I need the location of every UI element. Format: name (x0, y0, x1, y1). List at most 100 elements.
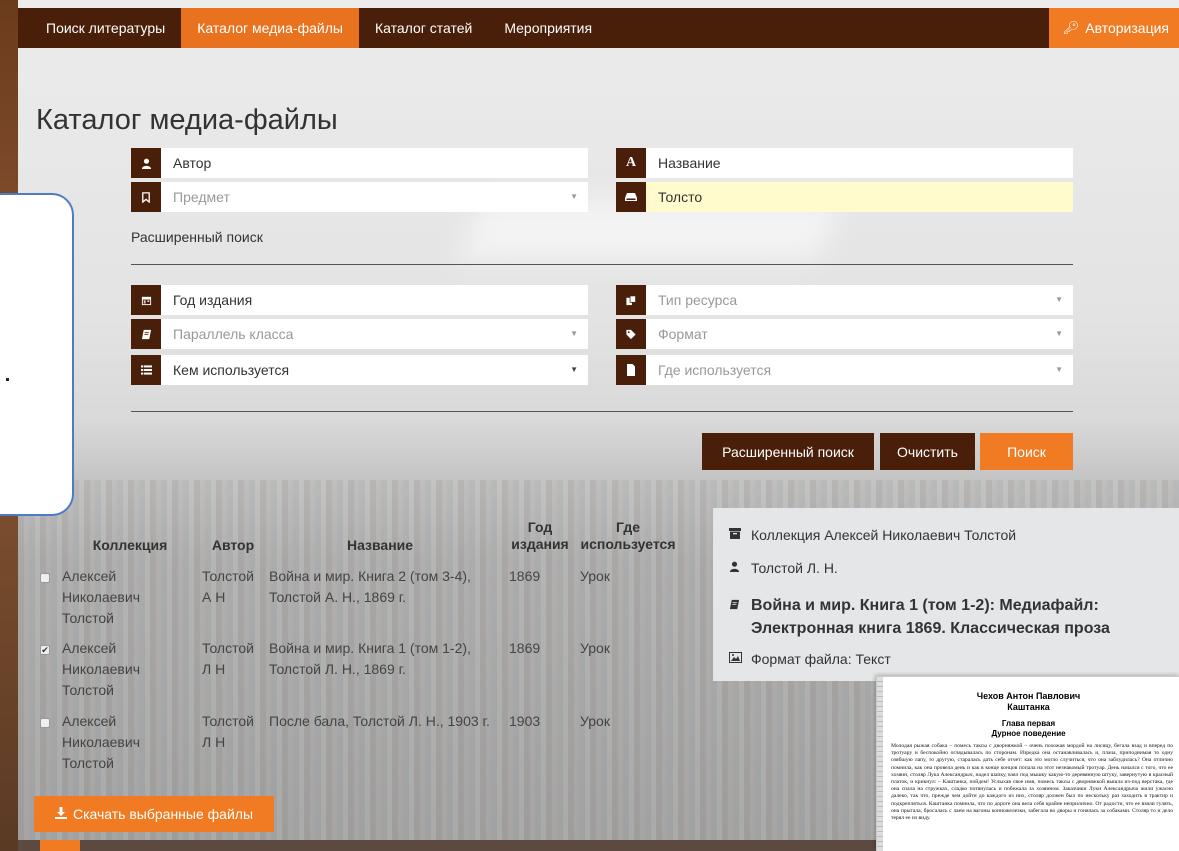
header-where[interactable]: Где используется (570, 519, 686, 553)
detail-collection-text: Коллекция Алексей Николаевич Толстой (751, 527, 1017, 543)
used-where-value[interactable]: Где используется ▼ (646, 355, 1073, 385)
table-row-collection[interactable]: Алексей Николаевич Толстой (62, 711, 140, 774)
header-year[interactable]: Год издания (506, 519, 574, 553)
resource-type-value[interactable]: Тип ресурса ▼ (646, 285, 1073, 315)
table-row-title[interactable]: Война и мир. Книга 2 (том 3-4), Толстой … (269, 566, 471, 608)
cell-text: После бала, Толстой Л. Н., 1903 г. (269, 713, 490, 729)
cell-text: Николаевич (62, 589, 140, 605)
nav-item-literature-search[interactable]: Поиск литературы (18, 8, 181, 48)
format-select[interactable]: Формат ▼ (616, 319, 1073, 349)
row-checkbox[interactable] (40, 573, 50, 583)
search-button[interactable]: Поиск (980, 433, 1073, 470)
auth-button[interactable]: 🔑︎ Авторизация (1048, 8, 1179, 48)
table-row-year[interactable]: 1869 (509, 638, 540, 659)
table-row-author[interactable]: Толстой Л Н (202, 711, 254, 753)
detail-author-text: Толстой Л. Н. (751, 560, 838, 576)
download-icon (54, 806, 67, 822)
table-row-collection[interactable]: Алексей Николаевич Толстой (62, 638, 140, 701)
file-icon (616, 355, 646, 385)
cell-text: Толстой (62, 682, 114, 698)
row-checkbox-checked[interactable]: ✔ (40, 645, 50, 655)
table-row-where[interactable]: Урок (580, 566, 610, 587)
cell-text: Толстой (202, 640, 254, 656)
footer-accent (40, 840, 80, 851)
cell-text: Николаевич (62, 734, 140, 750)
bookmark-icon (131, 182, 161, 212)
detail-title: Война и мир. Книга 1 (том 1-2): Медиафай… (729, 594, 1110, 640)
clear-button[interactable]: Очистить (880, 433, 975, 470)
header-where-line2: используется (580, 536, 676, 552)
title-field[interactable]: A Название (616, 148, 1073, 178)
top-navigation: Поиск литературы Каталог медиа-файлы Кат… (18, 8, 1179, 48)
year-field[interactable]: Год издания (131, 285, 588, 315)
image-icon (729, 651, 751, 666)
used-where-select[interactable]: Где используется ▼ (616, 355, 1073, 385)
detail-author: Толстой Л. Н. (729, 560, 838, 576)
list-icon (131, 355, 161, 385)
table-row-where[interactable]: Урок (580, 711, 610, 732)
class-select[interactable]: Параллель класса ▼ (131, 319, 588, 349)
header-collection[interactable]: Коллекция (80, 537, 180, 554)
calendar-icon (131, 285, 161, 315)
cell-text: Толстой Л. Н., 1869 г. (269, 661, 406, 677)
nav-item-articles-catalog[interactable]: Каталог статей (359, 8, 488, 48)
preview-body-text: Молодая рыжая собака – помесь таксы с дв… (891, 743, 1173, 822)
author-input[interactable]: Автор (161, 148, 588, 178)
cell-text: Николаевич (62, 661, 140, 677)
resource-type-select[interactable]: Тип ресурса ▼ (616, 285, 1073, 315)
chevron-down-icon: ▼ (1055, 329, 1063, 338)
header-title[interactable]: Название (330, 537, 430, 554)
subject-select-value[interactable]: Предмет ▼ (161, 182, 588, 212)
detail-format: Формат файла: Текст (729, 651, 891, 667)
user-icon (131, 148, 161, 178)
chevron-down-icon: ▼ (570, 365, 578, 374)
cell-text: Л Н (202, 661, 226, 677)
document-preview[interactable]: Чехов Антон Павлович Каштанка Глава перв… (876, 676, 1179, 851)
download-selected-button[interactable]: Скачать выбранные файлы (34, 796, 274, 832)
detail-title-text: Война и мир. Книга 1 (том 1-2): Медиафай… (751, 594, 1110, 640)
cell-text: Алексей (62, 713, 117, 729)
nav-item-events[interactable]: Мероприятия (488, 8, 608, 48)
cell-text: Толстой А. Н., 1869 г. (269, 589, 407, 605)
key-icon: 🔑︎ (1062, 20, 1080, 35)
header-author[interactable]: Автор (198, 537, 268, 554)
page-title: Каталог медиа-файлы (36, 104, 338, 136)
detail-format-text: Формат файла: Текст (751, 651, 891, 667)
cell-text: Алексей (62, 568, 117, 584)
table-row-author[interactable]: Толстой Л Н (202, 638, 254, 680)
table-row-title[interactable]: Война и мир. Книга 1 (том 1-2), Толстой … (269, 638, 471, 680)
divider-top (131, 264, 1073, 265)
advanced-search-button[interactable]: Расширенный поиск (702, 433, 874, 470)
preview-author: Чехов Антон Павлович (976, 691, 1081, 701)
used-by-value[interactable]: Кем используется ▼ (161, 355, 588, 385)
table-row-author[interactable]: Толстой А Н (202, 566, 254, 608)
nav-item-media-catalog[interactable]: Каталог медиа-файлы (181, 8, 359, 48)
keyword-input[interactable]: Толсто (646, 182, 1073, 212)
book-icon (131, 319, 161, 349)
chevron-down-icon: ▼ (570, 329, 578, 338)
divider-bottom (131, 411, 1073, 412)
class-select-value[interactable]: Параллель класса ▼ (161, 319, 588, 349)
row-checkbox[interactable] (40, 718, 50, 728)
format-select-value[interactable]: Формат ▼ (646, 319, 1073, 349)
preview-chapter-title: Дурное поведение (991, 729, 1066, 738)
table-row-year[interactable]: 1869 (509, 566, 540, 587)
user-icon (729, 560, 751, 575)
table-row-title[interactable]: После бала, Толстой Л. Н., 1903 г. (269, 711, 490, 732)
title-input[interactable]: Название (646, 148, 1073, 178)
subject-select[interactable]: Предмет ▼ (131, 182, 588, 212)
tags-icon (616, 319, 646, 349)
advanced-search-link[interactable]: Расширенный поиск (131, 229, 263, 245)
author-field[interactable]: Автор (131, 148, 588, 178)
used-by-select[interactable]: Кем используется ▼ (131, 355, 588, 385)
chevron-down-icon: ▼ (1055, 295, 1063, 304)
keyword-field[interactable]: Толсто (616, 182, 1073, 212)
cell-text: Война и мир. Книга 1 (том 1-2), (269, 640, 471, 656)
year-input[interactable]: Год издания (161, 285, 588, 315)
table-row-collection[interactable]: Алексей Николаевич Толстой (62, 566, 140, 629)
table-row-year[interactable]: 1903 (509, 711, 540, 732)
cell-text: Л Н (202, 734, 226, 750)
cell-text: А Н (202, 589, 226, 605)
table-row-where[interactable]: Урок (580, 638, 610, 659)
